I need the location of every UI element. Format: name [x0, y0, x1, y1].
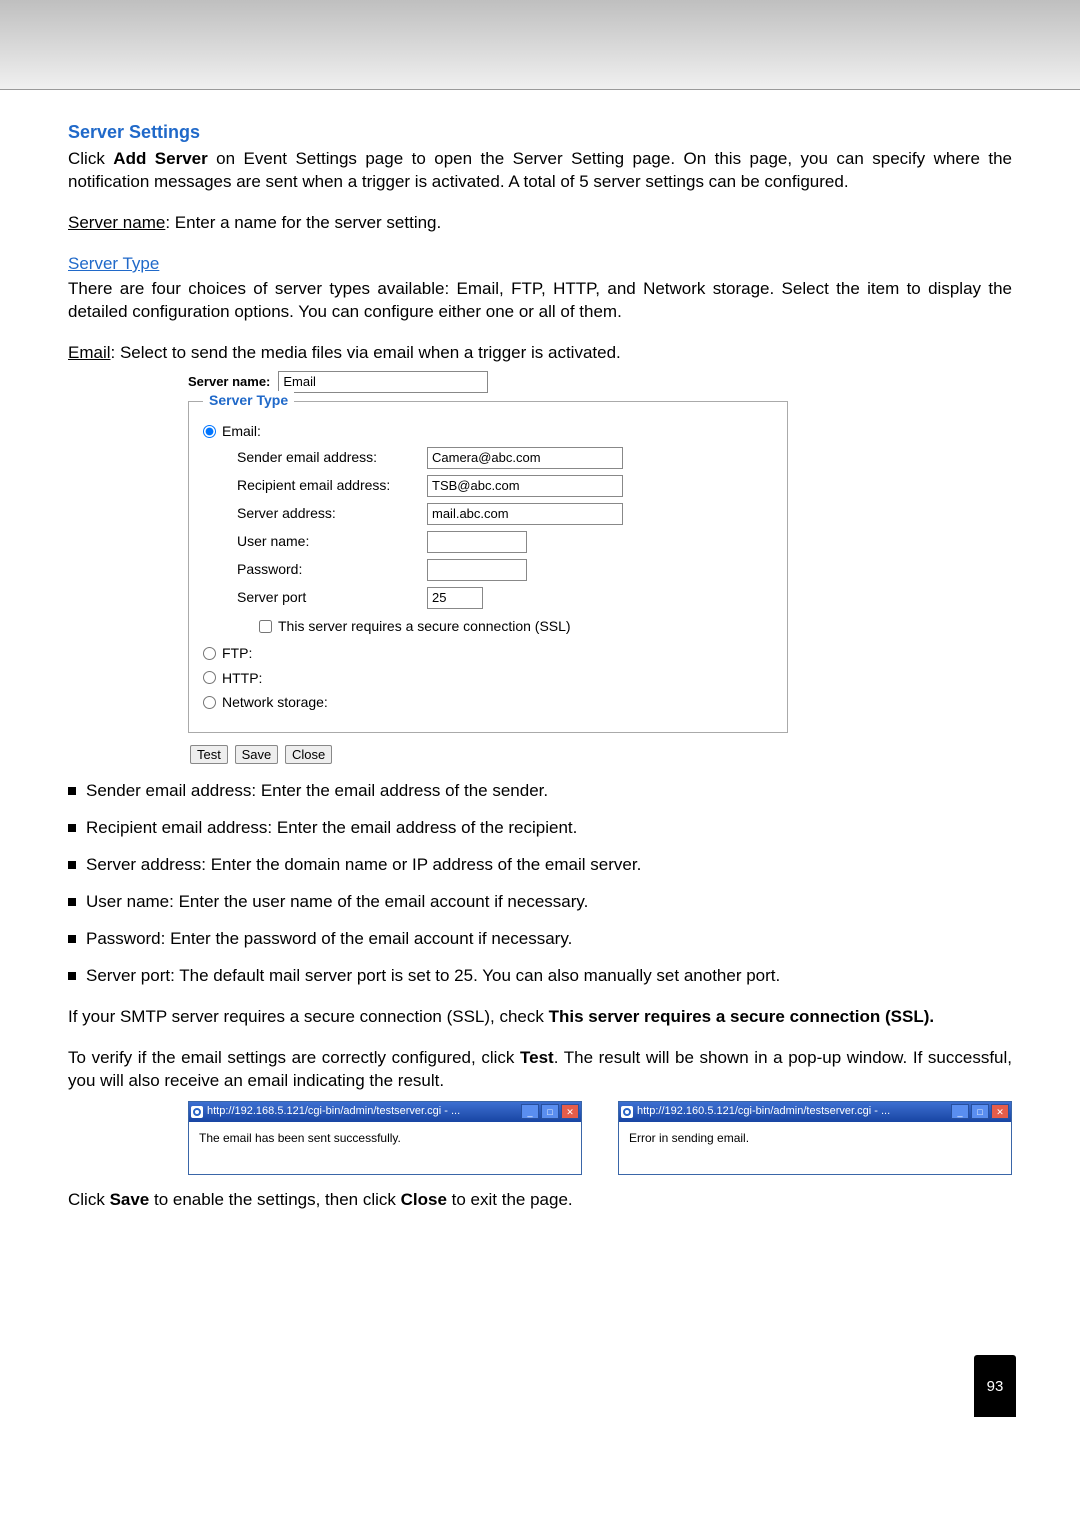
radio-http[interactable]	[203, 671, 216, 684]
list-text: Password: Enter the password of the emai…	[86, 928, 572, 951]
password-input[interactable]	[427, 559, 527, 581]
radio-ftp[interactable]	[203, 647, 216, 660]
minimize-icon[interactable]: _	[521, 1104, 539, 1119]
server-name-field-label: Server name:	[188, 373, 270, 391]
text: to enable the settings, then click	[149, 1190, 400, 1209]
intro-paragraph: Click Add Server on Event Settings page …	[68, 148, 1012, 194]
list-item: Server address: Enter the domain name or…	[68, 854, 1012, 877]
fieldset-legend: Server Type	[203, 391, 294, 410]
bullet-icon	[68, 787, 76, 795]
radio-email[interactable]	[203, 425, 216, 438]
radio-ftp-label: FTP:	[222, 644, 252, 663]
popup-error: http://192.160.5.121/cgi-bin/admin/tests…	[618, 1101, 1012, 1175]
recipient-input[interactable]	[427, 475, 623, 497]
close-button[interactable]: Close	[285, 745, 332, 764]
page-number: 93	[974, 1355, 1016, 1417]
popup-success: http://192.168.5.121/cgi-bin/admin/tests…	[188, 1101, 582, 1175]
text: To verify if the email settings are corr…	[68, 1048, 520, 1067]
bullet-icon	[68, 935, 76, 943]
bold-ssl: This server requires a secure connection…	[549, 1007, 934, 1026]
radio-network-storage-label: Network storage:	[222, 693, 328, 712]
list-item: Password: Enter the password of the emai…	[68, 928, 1012, 951]
close-icon[interactable]: ✕	[561, 1104, 579, 1119]
server-settings-screenshot: Server name: Server Type Email: Sender e…	[188, 371, 788, 766]
email-paragraph: Email: Select to send the media files vi…	[68, 342, 1012, 365]
bold-close: Close	[401, 1190, 447, 1209]
ssl-checkbox-label: This server requires a secure connection…	[278, 617, 571, 636]
server-type-heading: Server Type	[68, 254, 159, 273]
text: Click	[68, 149, 113, 168]
username-label: User name:	[237, 532, 427, 551]
popup-titlebar: http://192.168.5.121/cgi-bin/admin/tests…	[189, 1102, 581, 1122]
list-text: Server port: The default mail server por…	[86, 965, 780, 988]
password-label: Password:	[237, 560, 427, 579]
bold-add-server: Add Server	[113, 149, 207, 168]
server-address-input[interactable]	[427, 503, 623, 525]
maximize-icon[interactable]: □	[971, 1104, 989, 1119]
radio-network-storage[interactable]	[203, 696, 216, 709]
recipient-label: Recipient email address:	[237, 476, 427, 495]
radio-http-label: HTTP:	[222, 669, 262, 688]
list-text: Sender email address: Enter the email ad…	[86, 780, 548, 803]
list-text: Recipient email address: Enter the email…	[86, 817, 577, 840]
text: If your SMTP server requires a secure co…	[68, 1007, 549, 1026]
bullet-icon	[68, 898, 76, 906]
bullet-icon	[68, 972, 76, 980]
sender-label: Sender email address:	[237, 448, 427, 467]
list-item: Sender email address: Enter the email ad…	[68, 780, 1012, 803]
list-text: User name: Enter the user name of the em…	[86, 891, 588, 914]
close-icon[interactable]: ✕	[991, 1104, 1009, 1119]
minimize-icon[interactable]: _	[951, 1104, 969, 1119]
bullet-list: Sender email address: Enter the email ad…	[68, 780, 1012, 988]
list-item: Server port: The default mail server por…	[68, 965, 1012, 988]
popup-title: http://192.160.5.121/cgi-bin/admin/tests…	[637, 1104, 890, 1119]
bullet-icon	[68, 824, 76, 832]
popup-body: Error in sending email.	[619, 1122, 1011, 1174]
server-type-paragraph: There are four choices of server types a…	[68, 278, 1012, 324]
test-button[interactable]: Test	[190, 745, 228, 764]
list-text: Server address: Enter the domain name or…	[86, 854, 641, 877]
bullet-icon	[68, 861, 76, 869]
popup-body: The email has been sent successfully.	[189, 1122, 581, 1174]
list-item: User name: Enter the user name of the em…	[68, 891, 1012, 914]
text: : Enter a name for the server setting.	[165, 213, 441, 232]
server-port-input[interactable]	[427, 587, 483, 609]
popup-screenshots: http://192.168.5.121/cgi-bin/admin/tests…	[188, 1101, 1012, 1175]
server-address-label: Server address:	[237, 504, 427, 523]
list-item: Recipient email address: Enter the email…	[68, 817, 1012, 840]
server-type-fieldset: Server Type Email: Sender email address:…	[188, 401, 788, 733]
popup-titlebar: http://192.160.5.121/cgi-bin/admin/tests…	[619, 1102, 1011, 1122]
server-name-underline: Server name	[68, 213, 165, 232]
save-button[interactable]: Save	[235, 745, 279, 764]
test-paragraph: To verify if the email settings are corr…	[68, 1047, 1012, 1093]
sender-input[interactable]	[427, 447, 623, 469]
text: to exit the page.	[447, 1190, 573, 1209]
maximize-icon[interactable]: □	[541, 1104, 559, 1119]
bold-save: Save	[110, 1190, 150, 1209]
ssl-checkbox[interactable]	[259, 620, 272, 633]
section-title: Server Settings	[68, 120, 1012, 144]
ssl-paragraph: If your SMTP server requires a secure co…	[68, 1006, 1012, 1029]
email-underline: Email	[68, 343, 111, 362]
ie-icon	[191, 1106, 203, 1118]
text: Click	[68, 1190, 110, 1209]
page-header-gradient	[0, 0, 1080, 90]
text: on Event Settings page to open the Serve…	[68, 149, 1012, 191]
bold-test: Test	[520, 1048, 554, 1067]
server-name-paragraph: Server name: Enter a name for the server…	[68, 212, 1012, 235]
radio-email-label: Email:	[222, 422, 261, 441]
server-name-input[interactable]	[278, 371, 488, 393]
popup-title: http://192.168.5.121/cgi-bin/admin/tests…	[207, 1104, 460, 1119]
ie-icon	[621, 1106, 633, 1118]
page-content: Server Settings Click Add Server on Even…	[0, 90, 1080, 1212]
username-input[interactable]	[427, 531, 527, 553]
text: : Select to send the media files via ema…	[111, 343, 621, 362]
server-port-label: Server port	[237, 588, 427, 607]
save-close-paragraph: Click Save to enable the settings, then …	[68, 1189, 1012, 1212]
